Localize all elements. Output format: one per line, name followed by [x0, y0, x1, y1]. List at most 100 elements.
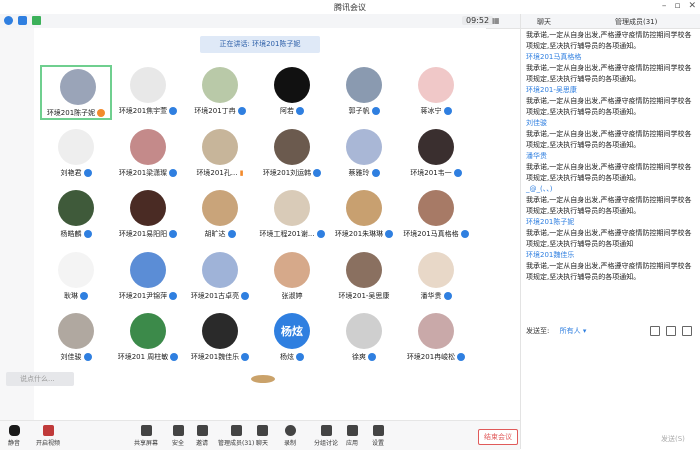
participant-tile[interactable]: 环境201易阳阳 — [112, 188, 184, 243]
send-to-dropdown[interactable]: 所有人 ▾ — [560, 327, 587, 335]
message-text: 我承诺,一定从自身出发,严格遵守疫情防控期间学校各项规定,坚决执行辅导员的各项通… — [526, 262, 692, 281]
video-button[interactable]: 开启视频 — [36, 425, 60, 447]
participant-tile[interactable]: 耿琳 — [40, 250, 112, 305]
participant-tile[interactable]: 环境201朱琳琳 — [328, 188, 400, 243]
record-button[interactable]: 录制 — [284, 425, 296, 447]
participant-tile[interactable]: 环境201尹锦萍 — [112, 250, 184, 305]
chat-button[interactable]: 聊天 — [256, 425, 268, 447]
participant-name-row: 刘艳君 — [40, 168, 112, 178]
close-icon[interactable]: ✕ — [688, 1, 696, 11]
participant-tile[interactable]: 刘艳君 — [40, 127, 112, 182]
more-icon[interactable] — [682, 326, 692, 336]
participant-tile[interactable]: 郭子帆 — [328, 65, 400, 120]
message-sender: 环境201-吴思康 — [526, 86, 577, 94]
avatar — [130, 251, 166, 288]
settings-button[interactable]: 设置 — [372, 425, 384, 447]
avatar — [346, 67, 382, 103]
members-button[interactable]: 管理成员(31) — [218, 425, 254, 447]
layout-icon[interactable]: ▦ — [492, 16, 500, 25]
participant-tile[interactable]: 环境201梁潇璨 — [112, 127, 184, 182]
participant-name: 蔡雅玲 — [348, 168, 370, 177]
participant-tile[interactable]: 刘佳骏 — [40, 311, 112, 366]
chat-panel: 聊天 管理成员(31) 我承诺,一定从自身出发,严格遵守疫情防控期间学校各项规定… — [520, 14, 700, 449]
participant-name-row: 潘华贵 — [400, 291, 472, 301]
participant-tile[interactable]: 张淑婷 — [256, 250, 328, 305]
chat-label: 聊天 — [256, 440, 269, 447]
end-meeting-button[interactable]: 结束会议 — [478, 429, 518, 445]
signal-icon[interactable] — [32, 16, 41, 25]
chat-quick-input[interactable]: 说点什么... — [6, 372, 74, 386]
apps-button[interactable]: 应用 — [346, 425, 358, 447]
participant-tile[interactable]: 环境工程201谢... — [256, 188, 328, 243]
mic-status-icon — [169, 107, 178, 115]
mic-status-icon — [457, 353, 466, 361]
tab-members[interactable]: 管理成员(31) — [615, 17, 657, 27]
avatar — [58, 190, 94, 226]
participant-tile[interactable]: 徐爽 — [328, 311, 400, 366]
participant-name-row: 阿若 — [256, 106, 328, 116]
breakout-icon — [320, 425, 332, 436]
avatar — [130, 128, 166, 165]
participant-tile[interactable]: 环境201韦一 — [400, 127, 472, 182]
avatar — [202, 190, 238, 226]
security-button[interactable]: 安全 — [172, 425, 184, 447]
participant-tile[interactable]: 环境201马真格格 — [400, 188, 472, 243]
participant-tile[interactable]: 环境201-吴思康 — [328, 250, 400, 305]
participant-tile[interactable]: 环境201陈子妮 — [40, 65, 112, 120]
participant-tile[interactable]: 环境201古卓亮 — [184, 250, 256, 305]
avatar — [130, 67, 166, 103]
participant-tile[interactable]: 蒋冰宁 — [400, 65, 472, 120]
tab-chat[interactable]: 聊天 — [537, 17, 551, 27]
participant-tile[interactable]: 蔡雅玲 — [328, 127, 400, 182]
left-strip — [0, 28, 34, 420]
maximize-icon[interactable]: ▫ — [674, 1, 680, 11]
participant-name-row: 环境201古卓亮 — [184, 291, 256, 301]
participant-tile[interactable]: 环境201孔... ▮ — [184, 127, 256, 182]
avatar — [202, 67, 238, 103]
avatar — [58, 251, 94, 288]
participant-name-row: 环境201-吴思康 — [328, 291, 400, 301]
breakout-button[interactable]: 分组讨论 — [314, 425, 338, 447]
chat-messages: 我承诺,一定从自身出发,严格遵守疫情防控期间学校各项规定,坚决执行辅导员的各项通… — [526, 30, 698, 283]
participant-tile[interactable]: 环境201 周柱敏 — [112, 311, 184, 366]
participant-name: 环境201尹锦萍 — [118, 291, 168, 300]
participant-tile[interactable]: 环境201刘运韩 — [256, 127, 328, 182]
mute-button[interactable]: 静音 — [8, 425, 20, 447]
participant-tile[interactable]: 杨皓麟 — [40, 188, 112, 243]
message-text: 我承诺,一定从自身出发,严格遵守疫情防控期间学校各项规定,坚决执行辅导员的各项通… — [526, 64, 692, 83]
participant-name-row: 环境201易阳阳 — [112, 229, 184, 239]
participant-tile[interactable]: 环境201丁冉 — [184, 65, 256, 120]
screenshot-icon[interactable] — [666, 326, 676, 336]
invite-button[interactable]: 邀请 — [196, 425, 208, 447]
participant-name: 环境201易阳阳 — [118, 230, 168, 238]
mic-status-icon — [460, 230, 469, 238]
avatar — [274, 251, 310, 288]
mic-status-icon — [443, 291, 452, 300]
meeting-status-bar: 09:52 ▦ — [0, 14, 520, 29]
participant-tile[interactable]: 阿若 — [256, 65, 328, 120]
share-screen-icon — [140, 425, 152, 436]
video-label: 开启视频 — [36, 440, 61, 447]
message-text: 我承诺,一定从自身出发,严格遵守疫情防控期间学校各项规定,坚决执行辅导员的各项通… — [526, 97, 692, 116]
speaking-indicator: 正在讲话: 环境201陈子妮 — [200, 36, 320, 53]
participant-name-row: 杨皓麟 — [40, 229, 112, 239]
meeting-clock: 09:52 — [462, 16, 494, 25]
participant-tile[interactable]: 环境201焦宇萱 — [112, 65, 184, 120]
participant-tile[interactable]: 胡旷达 — [184, 188, 256, 243]
participant-name-row: 环境201孔... ▮ — [184, 168, 256, 178]
participant-tile[interactable]: 潘华贵 — [400, 250, 472, 305]
participant-tile[interactable]: 杨炫 杨炫 — [256, 311, 328, 366]
participant-name: 郭子帆 — [348, 107, 370, 115]
send-button[interactable]: 发送(S) — [661, 434, 685, 444]
file-icon[interactable] — [650, 326, 660, 336]
members-icon — [230, 425, 242, 436]
participant-tile[interactable]: 环境201魏佳乐 — [184, 311, 256, 366]
participant-tile[interactable]: 环境201冉峻松 — [400, 311, 472, 366]
minimize-icon[interactable]: – — [662, 1, 667, 11]
info-icon[interactable] — [4, 16, 13, 25]
participant-name-row: 徐爽 — [328, 352, 400, 362]
share-screen-button[interactable]: 共享屏幕 — [134, 425, 158, 447]
message-sender: 潘华贵 — [526, 152, 547, 160]
avatar — [58, 313, 94, 349]
shield-icon[interactable] — [18, 16, 27, 25]
